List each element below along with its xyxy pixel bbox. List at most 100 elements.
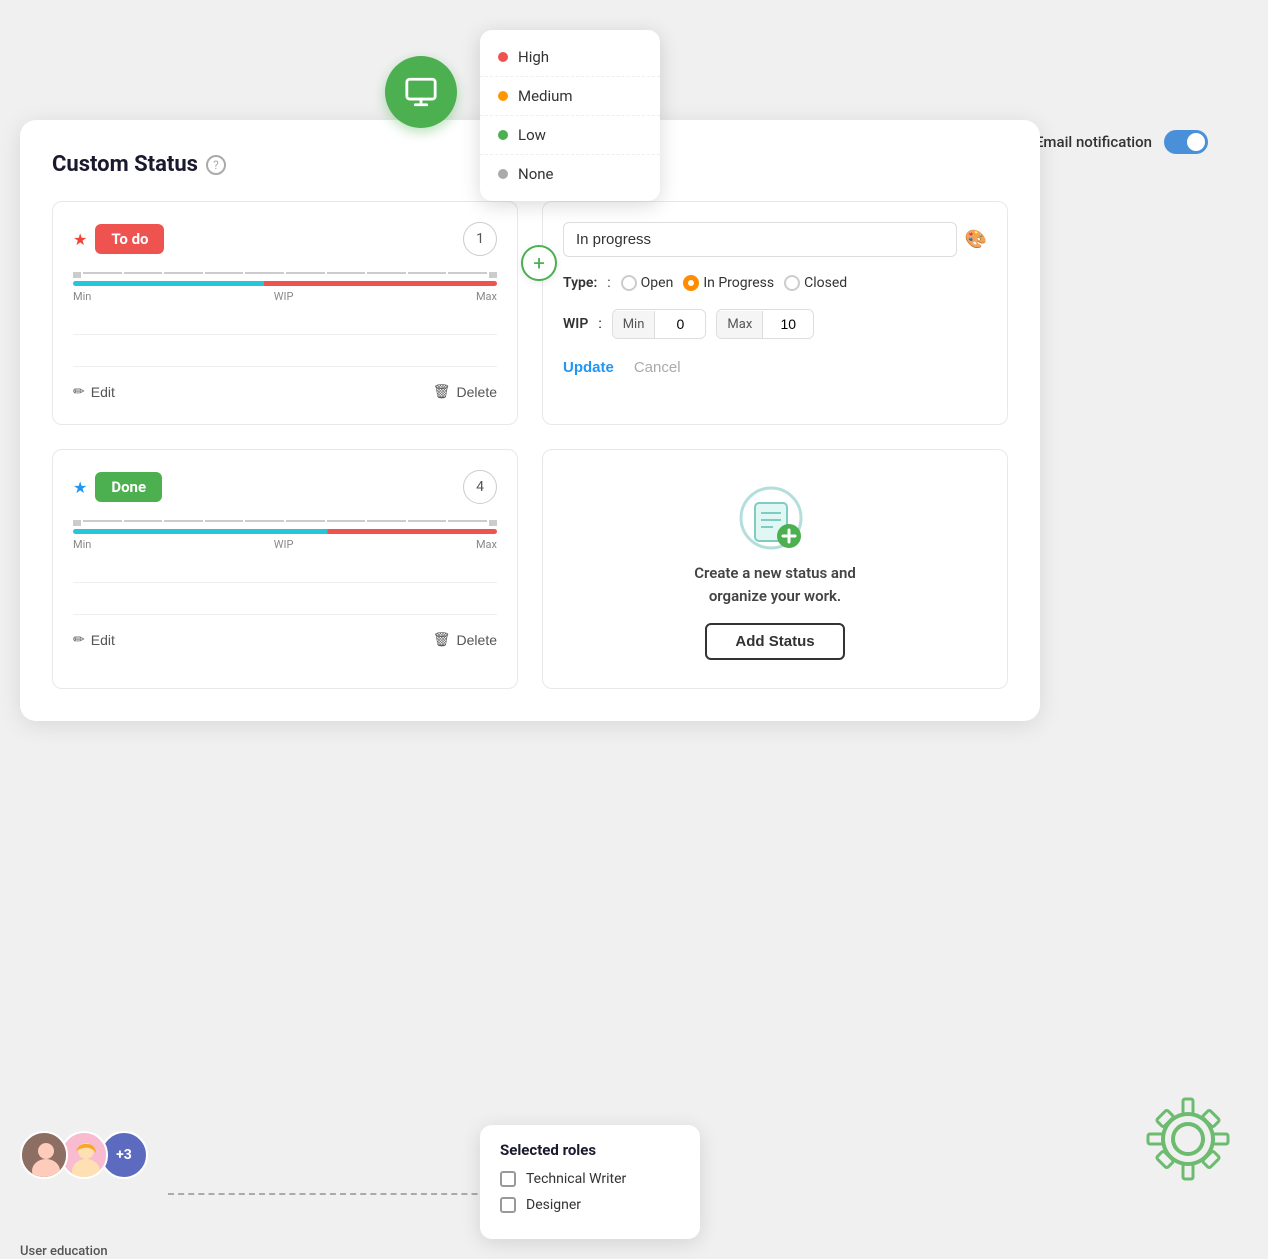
- monitor-icon: [404, 75, 438, 109]
- avatar-1[interactable]: [20, 1131, 68, 1179]
- todo-count: 1: [463, 222, 497, 256]
- min-value-input[interactable]: [655, 310, 705, 338]
- priority-dropdown: High Medium Low None: [480, 30, 660, 201]
- help-label: ?: [213, 158, 219, 172]
- todo-star-icon[interactable]: ★: [73, 230, 87, 249]
- roles-popup-title: Selected roles: [500, 1141, 680, 1159]
- priority-dot-high: [498, 52, 508, 62]
- add-status-card: Create a new status andorganize your wor…: [542, 449, 1008, 689]
- type-open-label: Open: [641, 275, 674, 291]
- todo-wip-label: WIP: [274, 290, 294, 303]
- selected-roles-popup: Selected roles Technical Writer Designer: [480, 1125, 700, 1239]
- gear-icon: [1128, 1079, 1248, 1199]
- radio-inprogress: [683, 275, 699, 291]
- email-notification-label: Email notification: [1035, 133, 1152, 151]
- todo-spacer2: [73, 343, 497, 367]
- status-name-input[interactable]: [563, 222, 957, 257]
- done-delete-button[interactable]: 🗑 Delete: [433, 627, 497, 652]
- colon: :: [607, 275, 610, 291]
- add-status-illustration: [735, 478, 815, 562]
- todo-delete-button[interactable]: 🗑 Delete: [433, 379, 497, 404]
- add-status-plus-button[interactable]: +: [521, 245, 557, 281]
- priority-item-low[interactable]: Low: [480, 116, 660, 155]
- role-checkbox-technical-writer[interactable]: [500, 1171, 516, 1187]
- done-card-left: ★ Done: [73, 472, 162, 502]
- type-inprogress-label: In Progress: [703, 275, 774, 291]
- todo-status-card: ★ To do 1: [52, 201, 518, 425]
- done-card-header: ★ Done 4: [73, 470, 497, 504]
- priority-dot-low: [498, 130, 508, 140]
- type-inprogress-option[interactable]: In Progress: [683, 275, 774, 291]
- todo-edit-label: Edit: [91, 384, 115, 400]
- edit-palette-icon[interactable]: 🎨: [965, 229, 987, 250]
- priority-dot-medium: [498, 91, 508, 101]
- todo-card-left: ★ To do: [73, 224, 164, 254]
- done-wip-bar: Min WIP Max: [73, 520, 497, 551]
- todo-delete-label: Delete: [457, 384, 497, 400]
- priority-item-high[interactable]: High: [480, 38, 660, 77]
- trash-icon: 🗑: [433, 383, 451, 400]
- max-value-input[interactable]: [763, 310, 813, 338]
- done-star-icon[interactable]: ★: [73, 478, 87, 497]
- role-label-designer: Designer: [526, 1197, 581, 1213]
- todo-edit-button[interactable]: ✏ Edit: [73, 379, 115, 404]
- role-item-designer[interactable]: Designer: [500, 1197, 680, 1213]
- pencil-icon: ✏: [73, 383, 85, 400]
- edit-status-card: 🎨 Type: : Open In Progress Closed: [542, 201, 1008, 425]
- done-status-card: ★ Done 4: [52, 449, 518, 689]
- done-wip-label: WIP: [274, 538, 294, 551]
- max-input-group: Max: [716, 309, 814, 339]
- user-avatars-group: +3: [20, 1131, 148, 1179]
- type-closed-option[interactable]: Closed: [784, 275, 847, 291]
- priority-dot-none: [498, 169, 508, 179]
- type-open-option[interactable]: Open: [621, 275, 674, 291]
- email-notification: Email notification: [1035, 130, 1208, 154]
- priority-label-high: High: [518, 48, 549, 66]
- todo-wip-labels: Min WIP Max: [73, 290, 497, 303]
- todo-min-label: Min: [73, 290, 91, 303]
- done-trash-icon: 🗑: [433, 631, 451, 648]
- min-label: Min: [613, 311, 656, 338]
- floating-monitor-button[interactable]: [385, 56, 457, 128]
- update-button[interactable]: Update: [563, 359, 614, 376]
- done-min-label: Min: [73, 538, 91, 551]
- done-card-actions: ✏ Edit 🗑 Delete: [73, 627, 497, 652]
- priority-label-none: None: [518, 165, 554, 183]
- wip-row: WIP : Min Max: [563, 309, 987, 339]
- done-badge: Done: [95, 472, 162, 502]
- edit-actions: Update Cancel: [563, 359, 987, 376]
- done-max-label: Max: [476, 538, 497, 551]
- todo-spacer1: [73, 311, 497, 335]
- main-card: Custom Status ? ★ To do 1: [20, 120, 1040, 721]
- todo-card-header: ★ To do 1: [73, 222, 497, 256]
- role-checkbox-designer[interactable]: [500, 1197, 516, 1213]
- priority-label-low: Low: [518, 126, 546, 144]
- add-status-description: Create a new status andorganize your wor…: [694, 562, 856, 607]
- role-label-technical-writer: Technical Writer: [526, 1171, 626, 1187]
- todo-wip-bar: Min WIP Max: [73, 272, 497, 303]
- done-wip-labels: Min WIP Max: [73, 538, 497, 551]
- toggle-knob: [1187, 133, 1205, 151]
- type-closed-label: Closed: [804, 275, 847, 291]
- priority-item-medium[interactable]: Medium: [480, 77, 660, 116]
- min-input-group: Min: [612, 309, 707, 339]
- todo-max-label: Max: [476, 290, 497, 303]
- type-label: Type:: [563, 275, 597, 291]
- done-edit-label: Edit: [91, 632, 115, 648]
- plus-icon: +: [533, 251, 544, 275]
- cancel-button[interactable]: Cancel: [634, 359, 681, 376]
- priority-item-none[interactable]: None: [480, 155, 660, 193]
- add-status-button[interactable]: Add Status: [705, 623, 844, 660]
- email-notification-toggle[interactable]: [1164, 130, 1208, 154]
- max-label: Max: [717, 311, 763, 338]
- role-item-technical-writer[interactable]: Technical Writer: [500, 1171, 680, 1187]
- todo-badge: To do: [95, 224, 164, 254]
- done-count: 4: [463, 470, 497, 504]
- priority-label-medium: Medium: [518, 87, 573, 105]
- done-spacer1: [73, 559, 497, 583]
- help-icon[interactable]: ?: [206, 155, 226, 175]
- gear-svg: [1128, 1079, 1248, 1199]
- done-edit-button[interactable]: ✏ Edit: [73, 627, 115, 652]
- radio-closed: [784, 275, 800, 291]
- type-row: Type: : Open In Progress Closed: [563, 275, 987, 291]
